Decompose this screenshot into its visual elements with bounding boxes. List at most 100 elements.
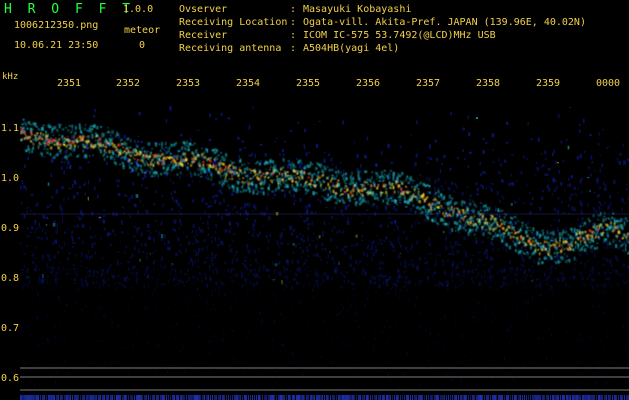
noise-speck xyxy=(341,248,345,251)
noise-speck xyxy=(238,359,240,362)
bottom-noise-band xyxy=(74,395,76,400)
signal-speck xyxy=(418,206,421,210)
noise-speck xyxy=(328,326,330,329)
signal-speck xyxy=(471,216,473,218)
noise-speck xyxy=(459,277,461,278)
signal-speck xyxy=(255,173,257,176)
noise-speck xyxy=(200,229,203,233)
noise-speck xyxy=(589,133,592,137)
noise-speck xyxy=(376,275,378,278)
signal-speck xyxy=(318,176,322,179)
signal-speck xyxy=(320,163,323,168)
noise-speck xyxy=(209,269,211,271)
signal-speck xyxy=(566,255,568,258)
noise-speck xyxy=(102,220,106,224)
bottom-noise-band xyxy=(410,395,411,400)
signal-peak-speck xyxy=(587,237,590,240)
bottom-noise-band xyxy=(432,395,433,400)
signal-speck xyxy=(245,189,248,192)
noise-speck xyxy=(256,273,258,276)
noise-speck xyxy=(184,357,186,360)
signal-speck xyxy=(543,256,545,260)
signal-speck xyxy=(482,232,485,236)
noise-speck xyxy=(23,214,26,219)
signal-speck xyxy=(85,144,87,149)
noise-speck xyxy=(547,289,549,291)
noise-speck xyxy=(481,312,483,314)
noise-speck xyxy=(144,305,146,308)
noise-speck xyxy=(550,265,554,269)
noise-speck xyxy=(282,343,284,347)
signal-speck xyxy=(532,240,534,243)
signal-speck xyxy=(65,155,67,158)
noise-speck xyxy=(587,166,590,169)
noise-speck xyxy=(136,230,139,234)
bottom-noise-band xyxy=(400,395,401,400)
noise-speck xyxy=(462,269,466,274)
noise-speck xyxy=(247,250,251,254)
bottom-noise-band xyxy=(192,395,194,400)
noise-speck xyxy=(479,281,481,285)
signal-speck xyxy=(582,245,585,247)
signal-speck xyxy=(187,149,190,152)
noise-speck xyxy=(505,373,507,377)
noise-speck xyxy=(578,314,580,316)
signal-speck xyxy=(42,141,44,144)
noise-speck xyxy=(76,334,78,337)
signal-speck xyxy=(301,175,304,179)
noise-speck xyxy=(361,271,363,275)
noise-speck xyxy=(338,335,339,337)
noise-speck xyxy=(265,269,267,272)
noise-speck xyxy=(357,262,359,265)
noise-speck xyxy=(595,279,597,281)
noise-speck xyxy=(474,310,476,313)
signal-peak-speck xyxy=(597,228,599,232)
bottom-noise-band xyxy=(434,395,436,400)
signal-speck xyxy=(366,181,369,183)
signal-speck xyxy=(225,175,227,179)
noise-speck xyxy=(621,197,624,202)
signal-speck xyxy=(576,232,578,236)
bottom-noise-band xyxy=(136,395,138,400)
noise-speck xyxy=(25,275,28,279)
noise-speck xyxy=(456,249,460,254)
noise-speck xyxy=(579,334,581,336)
noise-speck xyxy=(184,273,188,276)
noise-speck xyxy=(219,240,223,245)
noise-speck xyxy=(115,154,117,158)
noise-speck xyxy=(92,270,96,273)
noise-speck xyxy=(139,258,142,262)
noise-speck xyxy=(283,196,287,198)
noise-speck xyxy=(546,283,548,286)
receiver-separator: : xyxy=(290,30,297,41)
noise-speck xyxy=(81,265,83,267)
noise-speck xyxy=(392,277,394,279)
noise-speck xyxy=(141,274,143,277)
bottom-noise-band xyxy=(370,395,371,400)
noise-speck xyxy=(235,297,237,301)
noise-speck xyxy=(424,218,427,222)
noise-speck xyxy=(390,241,392,246)
signal-speck xyxy=(340,189,342,192)
noise-speck xyxy=(60,323,62,327)
noise-speck xyxy=(53,255,56,259)
signal-peak-speck xyxy=(133,158,137,160)
noise-speck xyxy=(37,334,39,337)
noise-speck xyxy=(426,177,428,180)
noise-speck xyxy=(27,276,30,278)
signal-speck xyxy=(347,193,350,197)
noise-speck xyxy=(47,281,49,284)
signal-speck xyxy=(593,223,596,227)
noise-speck xyxy=(57,250,59,253)
bottom-noise-band xyxy=(350,395,352,400)
noise-speck xyxy=(448,253,451,256)
noise-speck xyxy=(248,202,251,207)
signal-speck xyxy=(40,134,42,138)
signal-speck xyxy=(351,171,353,176)
noise-speck xyxy=(505,275,507,279)
noise-speck xyxy=(160,267,164,269)
noise-speck xyxy=(502,281,505,283)
noise-speck xyxy=(449,284,452,286)
signal-speck xyxy=(122,162,124,167)
noise-speck xyxy=(592,278,595,282)
